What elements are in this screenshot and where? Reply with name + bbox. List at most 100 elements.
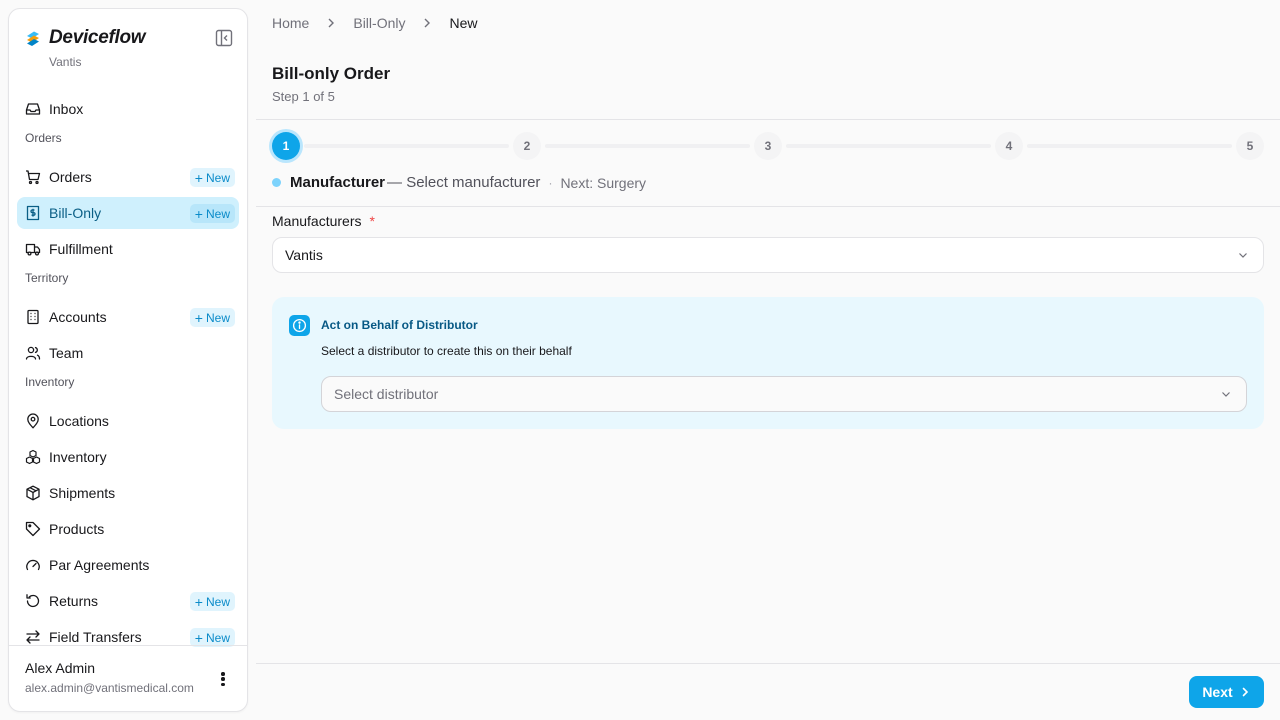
deviceflow-logo-icon [27,31,39,46]
section-label-orders: Orders [25,131,62,145]
sidebar-item-label: Field Transfers [49,629,142,645]
plus-icon: + [194,169,203,186]
org-name: Vantis [49,55,82,69]
page-subtitle: Step 1 of 5 [272,89,335,104]
user-email: alex.admin@vantismedical.com [25,681,194,695]
sidebar-item-label: Orders [49,169,92,185]
distributor-select[interactable]: Select distributor [321,376,1247,412]
sidebar-item-label: Returns [49,593,99,609]
breadcrumb-current: New [449,15,478,31]
sidebar-item-label: Locations [49,413,109,429]
breadcrumb-home[interactable]: Home [272,15,309,31]
step-5[interactable]: 5 [1236,132,1264,160]
breadcrumb-bill-only[interactable]: Bill-Only [353,15,405,31]
sidebar: Deviceflow Vantis Inbox Orders Orders + N… [8,8,248,712]
sidebar-item-label: Shipments [49,485,116,501]
tag-icon [25,521,41,537]
rotate-ccw-icon [25,593,41,609]
chevron-right-icon [424,18,431,28]
section-label-inventory: Inventory [25,375,75,389]
building-icon [25,309,41,325]
next-step-hint: Next: Surgery [560,174,647,191]
breadcrumb: Home Bill-Only New [272,15,478,31]
manufacturers-select[interactable]: Vantis [272,237,1264,273]
step-connector [545,144,750,148]
sidebar-item-orders[interactable]: Orders + New [17,161,239,193]
sidebar-item-label: Bill-Only [49,205,102,221]
new-bill-only-button[interactable]: + New [189,204,235,223]
brand[interactable]: Deviceflow [25,27,146,49]
sidebar-item-accounts[interactable]: Accounts + New [17,301,239,333]
sidebar-item-label: Inbox [49,101,84,117]
step-status-dot [272,178,281,187]
sidebar-item-returns[interactable]: Returns + New [17,585,239,617]
new-badge-label: New [205,630,230,645]
step-caption: Manufacturer — Select manufacturer · Nex… [272,174,646,191]
step-3[interactable]: 3 [754,132,782,160]
new-badge-label: New [205,206,230,221]
new-return-button[interactable]: + New [189,592,235,611]
step-1[interactable]: 1 [272,132,300,160]
main-content: Home Bill-Only New Bill-only Order Step … [256,0,1280,720]
chevron-down-icon [1239,253,1247,258]
sidebar-item-label: Inventory [49,449,107,465]
step-connector [1027,144,1232,148]
distributor-callout: Act on Behalf of Distributor Select a di… [272,297,1264,429]
sidebar-item-inbox[interactable]: Inbox [17,93,239,125]
new-badge-label: New [205,310,230,325]
stepper: 1 2 3 4 5 Manufacturer — Select manufact… [256,119,1280,207]
map-pin-icon [25,413,41,429]
sidebar-item-par-agreements[interactable]: Par Agreements [17,549,239,581]
sidebar-collapse-icon[interactable] [215,29,233,47]
manufacturers-label: Manufacturers * [272,213,375,229]
sidebar-item-products[interactable]: Products [17,513,239,545]
sidebar-item-fulfillment[interactable]: Fulfillment [17,233,239,265]
sidebar-item-locations[interactable]: Locations [17,405,239,437]
brand-name: Deviceflow [49,27,146,48]
package-icon [25,485,41,501]
required-mark: * [369,213,375,229]
sidebar-item-bill-only[interactable]: Bill-Only + New [17,197,239,229]
plus-icon: + [194,629,203,646]
chevron-right-icon [328,18,335,28]
chevron-down-icon [1222,392,1230,397]
step-4[interactable]: 4 [995,132,1023,160]
page-title: Bill-only Order [272,64,391,83]
sidebar-item-label: Team [49,345,84,361]
step-separator: · [548,175,553,190]
callout-title: Act on Behalf of Distributor [321,318,478,332]
next-button-label: Next [1202,684,1233,700]
truck-icon [25,241,41,257]
new-account-button[interactable]: + New [189,308,235,327]
new-order-button[interactable]: + New [189,168,235,187]
sidebar-item-team[interactable]: Team [17,337,239,369]
step-connector [304,144,509,148]
sidebar-item-label: Products [49,521,105,537]
receipt-icon [25,205,41,221]
step-connector [786,144,991,148]
user-name: Alex Admin [25,660,96,676]
new-badge-label: New [205,170,230,185]
inbox-icon [25,101,41,117]
sidebar-item-shipments[interactable]: Shipments [17,477,239,509]
users-icon [25,345,41,361]
manufacturers-value: Vantis [285,247,323,263]
next-button[interactable]: Next [1189,676,1264,708]
more-vertical-icon[interactable] [215,670,231,688]
arrow-left-right-icon [25,629,41,645]
new-badge-label: New [205,594,230,609]
step-description: — Select manufacturer [387,174,541,191]
gauge-icon [25,557,41,573]
step-name: Manufacturer [290,174,386,191]
footer: Next [256,663,1280,720]
user-profile[interactable]: Alex Admin alex.admin@vantismedical.com [9,645,247,711]
chevron-right-icon [1242,687,1248,697]
sidebar-item-label: Accounts [49,309,107,325]
section-label-territory: Territory [25,271,69,285]
sidebar-item-inventory[interactable]: Inventory [17,441,239,473]
plus-icon: + [194,309,203,326]
boxes-icon [25,449,41,465]
step-2[interactable]: 2 [513,132,541,160]
cart-icon [25,169,41,185]
manufacturers-label-text: Manufacturers [272,213,362,229]
